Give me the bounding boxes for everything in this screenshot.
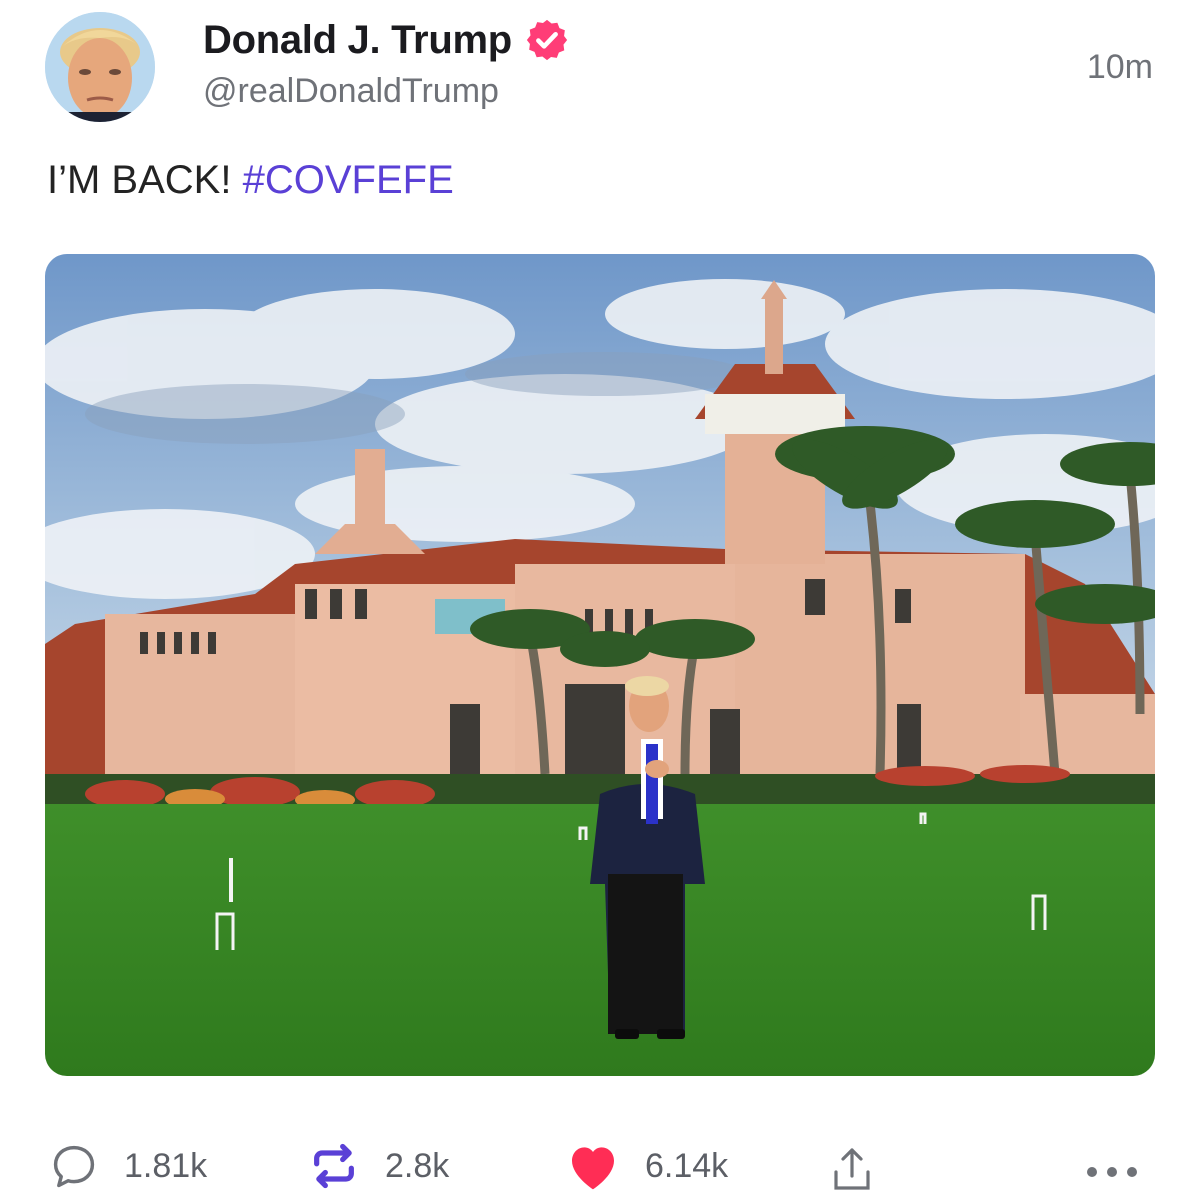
avatar-image — [45, 12, 155, 122]
post-text: I’M BACK! #COVFEFE — [47, 158, 454, 203]
more-options-button[interactable] — [1084, 1164, 1140, 1180]
author-handle[interactable]: @realDonaldTrump — [203, 72, 499, 111]
share-icon — [834, 1148, 870, 1190]
verified-badge-icon — [526, 19, 567, 61]
like-button[interactable]: 6.14k — [565, 1140, 728, 1192]
share-button[interactable] — [828, 1144, 876, 1196]
like-count: 6.14k — [645, 1146, 729, 1185]
hashtag-link[interactable]: #COVFEFE — [243, 158, 454, 202]
post-text-main: I’M BACK! — [47, 158, 232, 202]
more-icon — [1087, 1167, 1137, 1177]
repost-button[interactable]: 2.8k — [307, 1140, 449, 1192]
like-icon — [572, 1147, 614, 1190]
post-photo — [45, 254, 1155, 1076]
reply-count: 1.81k — [124, 1146, 208, 1185]
post-card[interactable]: Donald J. Trump @realDonaldTrump 10m I’M… — [0, 0, 1200, 1200]
repost-count: 2.8k — [385, 1146, 450, 1185]
display-name: Donald J. Trump — [203, 17, 512, 62]
action-bar: 1.81k 2.8k 6.14k — [0, 1140, 1200, 1200]
post-timestamp: 10m — [1086, 48, 1153, 86]
reply-icon — [53, 1145, 95, 1188]
avatar[interactable] — [45, 12, 155, 122]
reply-button[interactable]: 1.81k — [48, 1140, 207, 1192]
author-name-row[interactable]: Donald J. Trump — [203, 14, 570, 66]
post-image[interactable] — [45, 254, 1155, 1076]
repost-icon — [314, 1143, 354, 1189]
